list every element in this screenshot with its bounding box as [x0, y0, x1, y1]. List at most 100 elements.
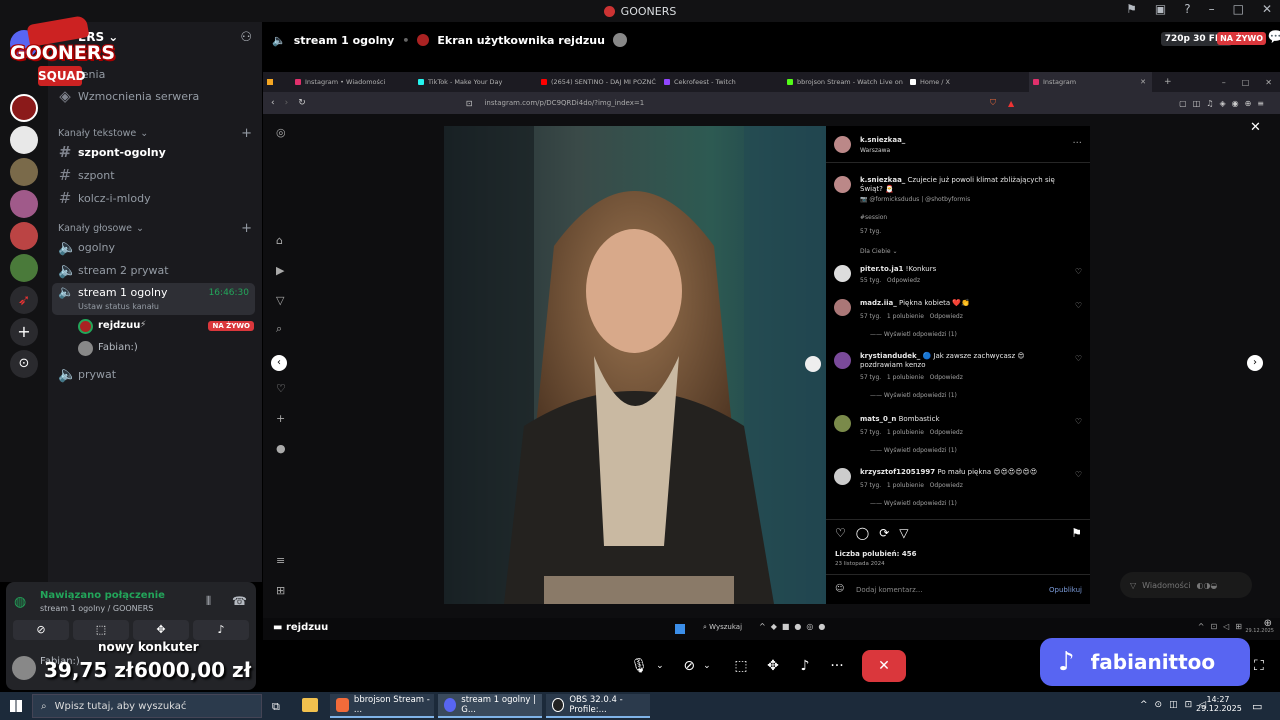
brave-rewards-icon[interactable]: ▲: [1008, 99, 1014, 108]
view-replies[interactable]: —— Wyświetl odpowiedzi (1): [870, 392, 957, 399]
post-author[interactable]: k.sniezkaa_: [860, 136, 1070, 145]
repost-icon[interactable]: ⟳: [879, 526, 889, 540]
server-icon-6[interactable]: [10, 254, 38, 282]
browser-extension-icons[interactable]: ▢◫♫◈◉⊕≡: [1179, 99, 1270, 108]
like-comment-icon[interactable]: ♡: [1075, 470, 1082, 479]
prev-post-icon[interactable]: ‹: [271, 355, 287, 371]
help-icon[interactable]: ?: [1184, 2, 1190, 16]
voice-channel-stream-2-prywat[interactable]: 🔈 stream 2 prywat: [58, 260, 254, 280]
start-icon[interactable]: [10, 700, 22, 712]
like-comment-icon[interactable]: ♡: [1075, 301, 1082, 310]
comment-author[interactable]: krystiandudek_: [860, 352, 920, 360]
screen-share-button[interactable]: ⬚: [728, 650, 754, 682]
channel-szpont-ogolny[interactable]: # szpont-ogolny: [58, 142, 254, 162]
chat-icon[interactable]: 💬: [1268, 30, 1280, 45]
browser-tab[interactable]: bbrojson Stream - Watch Live on: [783, 72, 906, 92]
task-view-icon[interactable]: ⧉: [272, 700, 280, 714]
activities-toggle[interactable]: ✥: [133, 620, 189, 640]
comment-author[interactable]: piter.to.ja1: [860, 265, 903, 273]
voice-user-rejdzuu[interactable]: rejdzuu ⚡ NA ŻYWO: [78, 318, 254, 336]
discover-icon[interactable]: ⊙: [10, 350, 38, 378]
like-comment-icon[interactable]: ♡: [1075, 267, 1082, 276]
signal-icon[interactable]: ◍: [14, 594, 26, 610]
voice-channel-prywat[interactable]: 🔈 prywat: [58, 364, 254, 384]
caption-author[interactable]: k.sniezkaa_: [860, 176, 905, 184]
comment-author[interactable]: mats_0_n: [860, 415, 896, 423]
close-post-icon[interactable]: ✕: [1250, 120, 1261, 135]
new-tab-icon[interactable]: +: [1164, 77, 1172, 87]
voice-channel-ogolny[interactable]: 🔈 ogolny: [58, 237, 254, 257]
send-icon[interactable]: ▽: [276, 294, 284, 307]
profile-icon[interactable]: ●: [276, 442, 286, 455]
like-comment-icon[interactable]: ♡: [1075, 354, 1082, 363]
caption-tags[interactable]: 📷 @formicksdudus | @shotbyformis: [860, 196, 970, 203]
publish-button[interactable]: Opublikuj: [1049, 586, 1082, 594]
browser-tab[interactable]: Cekrofeest - Twitch: [660, 72, 783, 92]
emoji-icon[interactable]: ☺: [835, 584, 844, 594]
back-icon[interactable]: ‹: [271, 98, 275, 108]
menu-icon[interactable]: ≡: [276, 554, 285, 567]
close-icon[interactable]: ✕: [1265, 78, 1272, 87]
file-explorer-icon[interactable]: [302, 698, 318, 712]
category-text[interactable]: Kanały tekstowe ⌄ +: [58, 126, 258, 141]
taskbar-item-obs[interactable]: OBS 32.0.4 - Profile:...: [546, 694, 650, 718]
save-icon[interactable]: ⚑: [1071, 526, 1082, 540]
bookmark-page-icon[interactable]: ⊡: [466, 99, 473, 108]
add-channel-icon[interactable]: +: [241, 126, 252, 141]
caption-hashtag[interactable]: #session: [860, 214, 887, 221]
channel-status[interactable]: Ustaw status kanału: [78, 302, 159, 311]
mic-button[interactable]: 🎙 ⌄: [624, 650, 670, 682]
server-icon-3[interactable]: [10, 158, 38, 186]
maximize-icon[interactable]: □: [1233, 2, 1244, 16]
soundboard-toggle[interactable]: ♪: [193, 620, 249, 640]
inbox-icon[interactable]: ⚑: [1126, 2, 1137, 16]
camera-button[interactable]: ⊘ ⌄: [674, 650, 720, 682]
post-location[interactable]: Warszawa: [860, 147, 890, 154]
category-voice[interactable]: Kanały głosowe ⌄ +: [58, 221, 258, 236]
search-icon[interactable]: ⌕: [276, 322, 282, 336]
address-bar[interactable]: instagram.com/p/DC9QRDi4do/?img_index=1: [484, 99, 644, 107]
view-replies[interactable]: —— Wyświetl odpowiedzi (1): [870, 500, 957, 507]
browser-tab[interactable]: TikTok - Make Your Day: [414, 72, 537, 92]
taskbar-item-brave[interactable]: bbrojson Stream - ...: [330, 694, 434, 718]
screen-icon[interactable]: ▣: [1155, 2, 1166, 16]
heart-icon[interactable]: ♡: [276, 382, 286, 395]
more-options-icon[interactable]: ···: [1072, 138, 1082, 149]
taskbar-clock[interactable]: 14:27 29.12.2025: [1196, 695, 1242, 713]
fullscreen-icon[interactable]: ⛶: [1254, 658, 1264, 674]
instagram-logo-icon[interactable]: ◎: [276, 126, 286, 139]
like-comment-icon[interactable]: ♡: [1075, 417, 1082, 426]
user-avatar[interactable]: [12, 656, 36, 680]
brave-shield-icon[interactable]: ⛉: [990, 98, 996, 108]
maximize-icon[interactable]: □: [1242, 78, 1250, 87]
disconnect-button[interactable]: ✕: [862, 650, 906, 682]
messages-pill[interactable]: ▽ Wiadomości ◐◑◒: [1120, 572, 1252, 598]
comment-author[interactable]: krzysztof12051997: [860, 468, 935, 476]
channel-szpont[interactable]: # szpont: [58, 165, 254, 185]
next-post-icon[interactable]: ›: [1247, 355, 1263, 371]
camera-off-button[interactable]: ⊘: [13, 620, 69, 640]
header-channel-name[interactable]: stream 1 ogolny: [294, 34, 395, 47]
server-icon-4[interactable]: [10, 190, 38, 218]
comment-icon[interactable]: ◯: [856, 526, 869, 540]
taskbar-item-discord[interactable]: stream 1 ogolny | G...: [438, 694, 542, 718]
server-icon-2[interactable]: [10, 126, 38, 154]
voice-user-fabian[interactable]: Fabian:): [78, 340, 254, 358]
connection-status[interactable]: Nawiązano połączenie: [40, 590, 165, 601]
browser-tab[interactable]: [263, 72, 291, 92]
like-icon[interactable]: ♡: [835, 526, 846, 540]
more-button[interactable]: ···: [824, 650, 850, 682]
reply-link[interactable]: Odpowiedz: [930, 374, 963, 381]
invite-icon[interactable]: ⚇: [240, 30, 252, 45]
forward-icon[interactable]: ›: [285, 98, 289, 108]
reels-icon[interactable]: ▶: [276, 264, 284, 277]
disconnect-icon[interactable]: ☎: [232, 594, 247, 608]
noise-suppression-icon[interactable]: ⫴: [206, 594, 211, 609]
voice-channel-stream-1-ogolny[interactable]: 🔈 stream 1 ogolny 16:46:30 Ustaw status …: [52, 283, 255, 315]
comment-input[interactable]: Dodaj komentarz...: [856, 586, 923, 594]
home-icon[interactable]: ⌂: [276, 234, 283, 247]
add-voice-channel-icon[interactable]: +: [241, 221, 252, 236]
reply-link[interactable]: Odpowiedz: [887, 277, 920, 284]
comment-author[interactable]: madz.iia_: [860, 299, 897, 307]
browser-tab-active[interactable]: Instagram ✕: [1029, 72, 1152, 92]
